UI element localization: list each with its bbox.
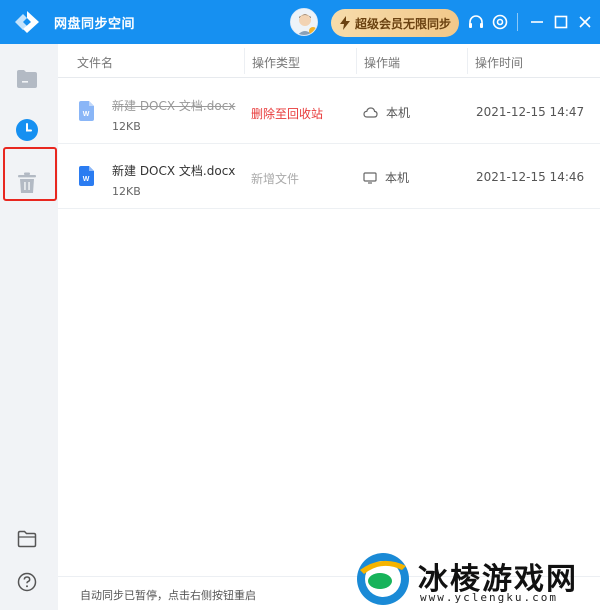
file-size: 12KB [112, 120, 141, 133]
file-size: 12KB [112, 185, 141, 198]
operation-device: 本机 [363, 104, 410, 121]
open-folder-icon [17, 530, 37, 548]
maximize-icon[interactable] [552, 13, 570, 31]
word-file-icon: W [79, 166, 94, 186]
device-label: 本机 [385, 171, 410, 185]
lightning-icon [339, 16, 350, 30]
app-title: 网盘同步空间 [54, 17, 136, 32]
watermark: 冰棱游戏网 www.yclengku.com [352, 548, 600, 610]
column-divider [244, 48, 245, 74]
monitor-icon [363, 171, 377, 184]
table-row[interactable]: W 新建 DOCX 文档.docx 12KB 新增文件 本机 2021-12-1… [58, 144, 600, 209]
sidebar-item-help[interactable] [12, 567, 42, 597]
device-label: 本机 [386, 106, 411, 120]
sidebar-item-files[interactable] [12, 64, 42, 94]
settings-icon[interactable] [491, 13, 509, 31]
watermark-url: www.yclengku.com [420, 591, 558, 604]
operation-time: 2021-12-15 14:47 [476, 105, 585, 119]
sidebar-item-history[interactable] [12, 115, 42, 145]
column-header-op-type[interactable]: 操作类型 [252, 54, 300, 71]
column-divider [356, 48, 357, 74]
help-icon [17, 572, 37, 592]
column-header-device[interactable]: 操作端 [364, 54, 400, 71]
vip-upgrade-button[interactable]: 超级会员无限同步 [331, 9, 459, 37]
vip-label: 超级会员无限同步 [354, 16, 451, 31]
cloud-icon [363, 107, 378, 118]
watermark-logo-icon [357, 553, 409, 605]
table-header: 文件名 操作类型 操作端 操作时间 [58, 44, 600, 78]
sidebar [0, 44, 58, 610]
user-avatar-icon [291, 9, 317, 35]
clock-icon [16, 119, 38, 141]
close-icon[interactable] [576, 13, 594, 31]
word-file-icon: W [79, 101, 94, 121]
sync-status-text: 自动同步已暂停，点击右侧按钮重启 [80, 589, 256, 602]
trash-icon [18, 172, 36, 193]
operation-time: 2021-12-15 14:46 [476, 170, 585, 184]
file-name: 新建 DOCX 文档.docx [112, 164, 236, 178]
sidebar-item-recycle-bin[interactable] [12, 168, 42, 198]
headset-icon[interactable] [467, 13, 485, 31]
minimize-icon[interactable] [528, 13, 546, 31]
app-logo-icon [15, 11, 39, 33]
operation-device: 本机 [363, 169, 409, 186]
sidebar-item-open-folder[interactable] [12, 524, 42, 554]
svg-text:W: W [83, 111, 90, 118]
column-header-filename[interactable]: 文件名 [77, 54, 113, 71]
table-row[interactable]: W 新建 DOCX 文档.docx 12KB 删除至回收站 本机 2021-12… [58, 79, 600, 144]
operation-type: 新增文件 [251, 172, 300, 186]
column-divider [467, 48, 468, 74]
operation-type: 删除至回收站 [251, 107, 324, 121]
avatar[interactable] [290, 8, 318, 36]
title-bar: 网盘同步空间 超级会员无限同步 [0, 0, 600, 44]
folder-icon [17, 70, 37, 88]
titlebar-divider [517, 13, 518, 31]
file-name: 新建 DOCX 文档.docx [112, 99, 236, 113]
column-header-time[interactable]: 操作时间 [475, 54, 523, 71]
svg-text:W: W [83, 176, 90, 183]
